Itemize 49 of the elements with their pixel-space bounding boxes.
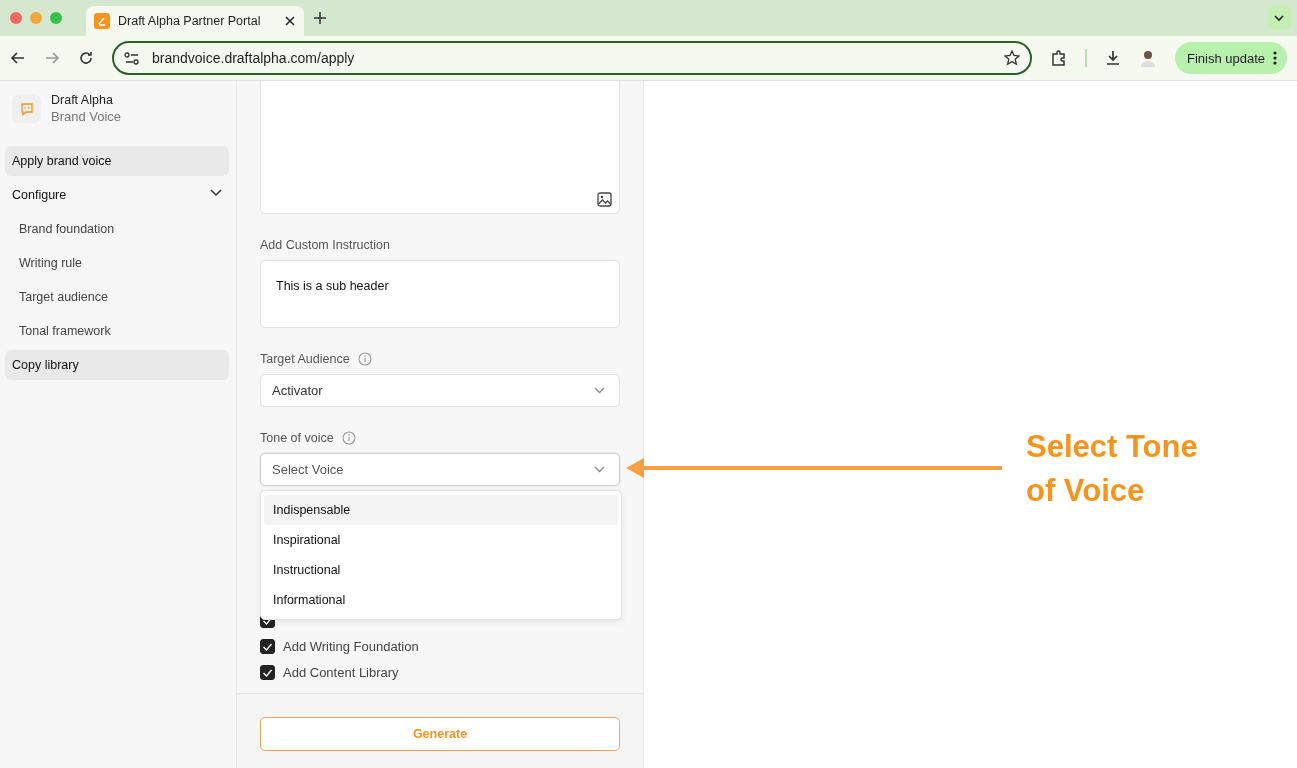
select-field[interactable]: Activator <box>260 374 620 407</box>
sidebar-subitem[interactable]: Brand foundation <box>5 214 229 244</box>
chevron-down-icon <box>594 387 605 394</box>
favicon-icon <box>94 13 110 29</box>
more-icon[interactable] <box>1273 51 1277 65</box>
checkbox-label: Add Content Library <box>283 665 399 680</box>
address-bar[interactable]: brandvoice.draftalpha.com/apply <box>112 41 1032 75</box>
chevron-down-icon <box>1274 14 1284 22</box>
finish-update-button[interactable]: Finish update <box>1174 42 1287 74</box>
sidebar-group[interactable]: Configure <box>5 180 229 210</box>
site-settings-icon[interactable] <box>124 50 140 66</box>
sidebar-subitem[interactable]: Tonal framework <box>5 316 229 346</box>
tab-menu-button[interactable] <box>1267 6 1291 30</box>
tab-title: Draft Alpha Partner Portal <box>118 14 262 28</box>
puzzle-icon[interactable] <box>1049 49 1067 67</box>
sidebar-subitem[interactable]: Target audience <box>5 282 229 312</box>
image-icon[interactable] <box>597 192 612 207</box>
back-icon[interactable] <box>10 50 26 66</box>
checkmark-icon <box>262 667 273 678</box>
brand-name: Draft Alpha <box>51 93 114 107</box>
forward-icon[interactable] <box>44 50 60 66</box>
close-icon[interactable] <box>284 15 296 27</box>
dropdown-option[interactable]: Informational <box>264 585 618 615</box>
field-label: Add Custom Instruction <box>260 238 390 252</box>
sidebar-item[interactable]: Copy library <box>5 350 229 380</box>
instruction-field[interactable]: This is a sub header <box>260 260 620 328</box>
checkmark-icon <box>262 641 273 652</box>
sidebar-subitem[interactable]: Writing rule <box>5 248 229 278</box>
sidebar-item[interactable]: Apply brand voice <box>5 146 229 176</box>
browser-tab[interactable]: Draft Alpha Partner Portal <box>86 6 304 36</box>
download-icon[interactable] <box>1104 50 1121 66</box>
checkbox[interactable] <box>260 639 275 654</box>
avatar-icon[interactable] <box>1138 49 1157 67</box>
field-label: Target Audience <box>260 352 350 366</box>
dropdown-option[interactable]: Indispensable <box>264 495 618 525</box>
plus-icon[interactable] <box>314 12 326 24</box>
dropdown-option[interactable]: Inspirational <box>264 525 618 555</box>
url-text: brandvoice.draftalpha.com/apply <box>152 50 356 66</box>
chat-bubble-icon <box>19 101 34 116</box>
reload-icon[interactable] <box>78 50 94 66</box>
checkbox[interactable] <box>260 665 275 680</box>
select-field[interactable]: Select Voice <box>260 453 620 486</box>
chevron-down-icon <box>594 466 605 473</box>
field-label: Tone of voice <box>260 431 334 445</box>
dropdown-option[interactable]: Instructional <box>264 555 618 585</box>
checkbox-label: Add Writing Foundation <box>283 639 419 654</box>
annotation-text: Select Tone of Voice <box>1026 428 1199 510</box>
product-name: Brand Voice <box>51 109 122 124</box>
star-icon[interactable] <box>1003 50 1020 66</box>
